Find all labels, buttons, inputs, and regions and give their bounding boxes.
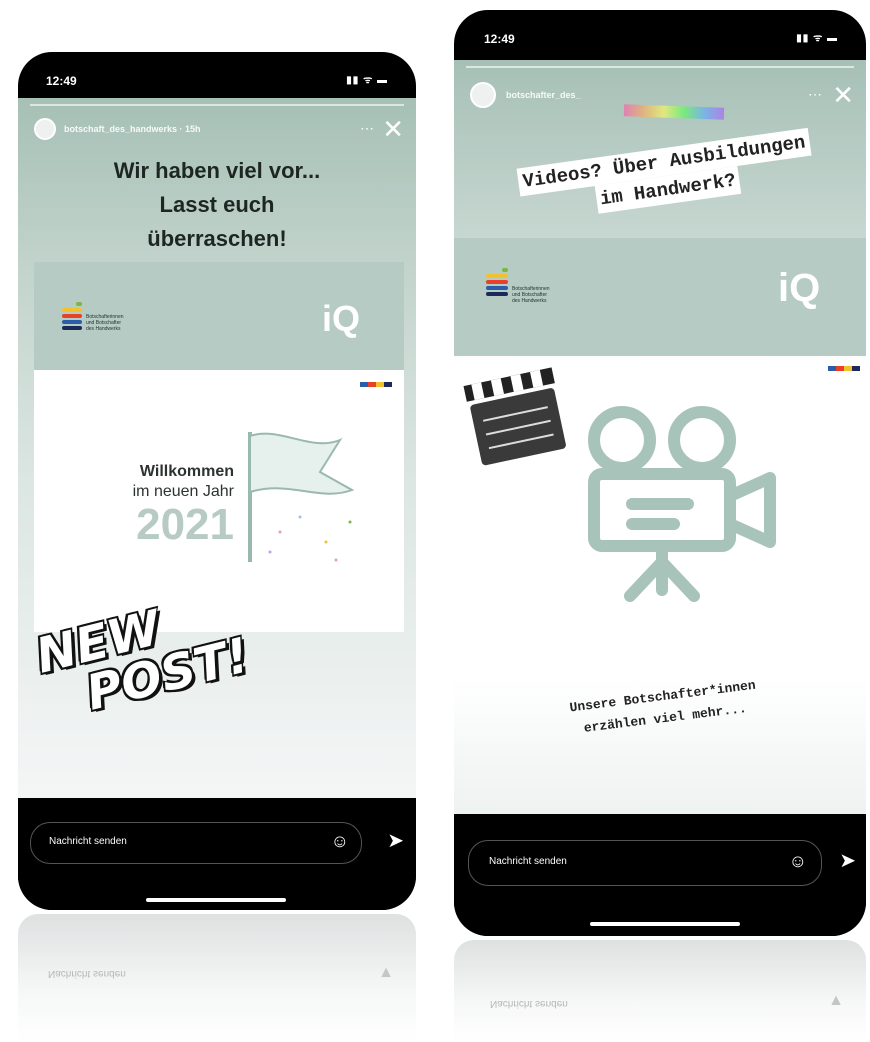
close-icon[interactable]: ✕	[832, 82, 854, 108]
sticker-icon[interactable]: ☺	[331, 831, 349, 852]
home-indicator	[146, 898, 286, 902]
logo-bars	[486, 268, 508, 298]
message-placeholder: Nachricht senden	[49, 836, 127, 847]
story-progress-bar	[466, 66, 854, 68]
status-time: 12:49	[46, 74, 77, 88]
logo-text-line: des Handwerks	[86, 326, 121, 332]
story-headline: Videos? Über Ausbildungen im Handwerk?	[474, 122, 858, 230]
account-name[interactable]: botschaft_des_handwerks · 15h	[64, 124, 201, 134]
more-icon[interactable]: ⋯	[808, 86, 822, 103]
card-header: Botschafterinnen und Botschafter des Han…	[34, 262, 404, 370]
story-screen[interactable]: botschaft_des_handwerks · 15h ⋯ ✕ Wir ha…	[18, 98, 416, 798]
message-input[interactable]: Nachricht senden ☺	[468, 840, 822, 886]
story-progress-bar	[30, 104, 404, 106]
send-icon[interactable]: ➤	[839, 848, 856, 873]
send-icon[interactable]: ➤	[387, 828, 404, 853]
color-dots	[828, 358, 860, 371]
story-screen[interactable]: botschafter_des_ ⋯ ✕ Videos? Über Ausbil…	[454, 60, 866, 814]
reflection-text: Nachricht senden	[490, 998, 568, 1009]
signal-icons: ▮▮ ᯤ ▬	[796, 33, 838, 44]
flag-icon	[248, 432, 355, 562]
reflection-send-icon: ▲	[828, 992, 844, 1009]
phone-left: 12:49 ▮▮ ᯤ ▬ botschaft_des_handwerks · 1…	[18, 52, 416, 910]
logo-bars	[62, 302, 82, 332]
story-caption: Unsere Botschafter*innen erzählen viel m…	[483, 664, 846, 752]
headline-line: Lasst euch	[159, 192, 275, 217]
more-icon[interactable]: ⋯	[360, 120, 374, 137]
year-text: 2021	[136, 500, 234, 549]
logo-text: Botschafterinnen und Botschafter des Han…	[512, 286, 550, 304]
color-dots	[360, 374, 392, 387]
story-footer: Nachricht senden ☺ ➤	[454, 814, 866, 936]
video-camera-icon	[588, 406, 776, 602]
account-name[interactable]: botschafter_des_	[506, 90, 581, 100]
phone-right: 12:49 ▮▮ ᯤ ▬ botschafter_des_ ⋯ ✕ Videos…	[454, 10, 866, 936]
welcome-text: Willkommen im neuen Jahr	[74, 462, 234, 502]
headline-line: überraschen!	[147, 226, 287, 251]
story-headline: Wir haben viel vor... Lasst euch überras…	[18, 154, 416, 256]
message-input[interactable]: Nachricht senden ☺	[30, 822, 362, 864]
account-avatar[interactable]	[34, 118, 56, 140]
rainbow-tag	[623, 104, 725, 120]
message-placeholder: Nachricht senden	[489, 856, 567, 867]
close-icon[interactable]: ✕	[382, 116, 404, 142]
signal-icons: ▮▮ ᯤ ▬	[346, 75, 388, 86]
logo-text-line: des Handwerks	[512, 298, 547, 304]
account-avatar[interactable]	[470, 82, 496, 108]
status-bar: 12:49 ▮▮ ᯤ ▬	[454, 10, 866, 56]
story-footer: Nachricht senden ☺ ➤	[18, 798, 416, 910]
welcome-line: Willkommen	[139, 463, 234, 480]
card-header: Botschafterinnen und Botschafter des Han…	[454, 238, 866, 356]
iq-logo: iQ	[778, 266, 821, 310]
iq-logo: iQ	[322, 298, 361, 339]
welcome-line: im neuen Jahr	[132, 483, 234, 500]
reflection-text: Nachricht senden	[48, 968, 126, 979]
clapperboard-icon	[463, 367, 566, 466]
headline-line: Wir haben viel vor...	[113, 158, 321, 183]
reflection-send-icon: ▲	[378, 964, 394, 981]
status-time: 12:49	[484, 32, 515, 46]
status-bar: 12:49 ▮▮ ᯤ ▬	[18, 52, 416, 98]
phone-reflection-left: Nachricht senden ▲	[18, 914, 416, 1042]
sticker-icon[interactable]: ☺	[789, 851, 807, 872]
phone-reflection-right: Nachricht senden ▲	[454, 940, 866, 1042]
post-card[interactable]: Botschafterinnen und Botschafter des Han…	[34, 262, 404, 632]
home-indicator	[590, 922, 740, 926]
logo-text: Botschafterinnen und Botschafter des Han…	[86, 314, 124, 332]
